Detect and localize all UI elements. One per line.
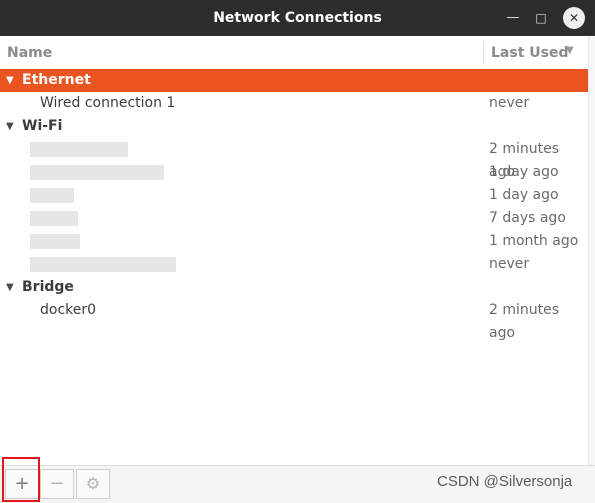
connection-last-used: never (489, 95, 530, 111)
group-ethernet[interactable]: ▼ Ethernet (0, 69, 588, 92)
vertical-scrollbar[interactable] (588, 37, 595, 502)
connection-row[interactable]: docker0 2 minutes ago (0, 299, 588, 341)
redacted-name (30, 188, 74, 203)
edit-connection-button[interactable]: ⚙ (76, 469, 110, 499)
connection-last-used: 7 days ago (489, 210, 566, 226)
connection-last-used: never (489, 256, 530, 272)
watermark: CSDN @Silversonja (437, 473, 573, 490)
connection-row[interactable]: 7 days ago (0, 207, 588, 230)
column-header: Name Last Used ▼ (0, 37, 588, 70)
redacted-name (30, 234, 80, 249)
connection-row[interactable]: never (0, 253, 588, 276)
group-label: Wi-Fi (22, 118, 63, 134)
expander-arrow-icon[interactable]: ▼ (6, 115, 14, 138)
redacted-name (30, 211, 78, 226)
last-used-column-header[interactable]: Last Used (491, 45, 569, 61)
redacted-name (30, 257, 176, 272)
remove-connection-button[interactable]: − (40, 469, 74, 499)
group-label: Ethernet (22, 72, 91, 88)
name-column-header[interactable]: Name (7, 45, 52, 61)
connection-last-used: 1 day ago (489, 187, 559, 203)
expander-arrow-icon[interactable]: ▼ (6, 276, 14, 299)
minus-icon: − (49, 473, 65, 494)
title-bar: Network Connections — □ ✕ (0, 0, 595, 36)
expander-arrow-icon[interactable]: ▼ (6, 69, 14, 92)
minimize-button[interactable]: — (502, 7, 524, 29)
connection-last-used: 1 day ago (489, 164, 559, 180)
connection-name: docker0 (40, 302, 97, 318)
maximize-button[interactable]: □ (530, 7, 552, 29)
connection-row[interactable]: 1 day ago (0, 161, 588, 184)
sort-descending-icon[interactable]: ▼ (566, 45, 574, 56)
connection-row[interactable]: 1 day ago (0, 184, 588, 207)
connection-row[interactable]: 2 minutes ago (0, 138, 588, 180)
redacted-name (30, 142, 128, 157)
gear-icon: ⚙ (85, 474, 101, 493)
group-bridge[interactable]: ▼ Bridge (0, 276, 588, 299)
close-button[interactable]: ✕ (563, 7, 585, 29)
column-separator (483, 41, 484, 65)
connection-name: Wired connection 1 (40, 95, 176, 111)
annotation-highlight-box (2, 457, 40, 502)
connection-row[interactable]: Wired connection 1 never (0, 92, 588, 115)
connection-row[interactable]: 1 month ago (0, 230, 588, 253)
connections-list: ▼ Ethernet Wired connection 1 never ▼ Wi… (0, 69, 588, 465)
redacted-name (30, 165, 164, 180)
connection-last-used: 1 month ago (489, 233, 579, 249)
connection-last-used: 2 minutes ago (489, 302, 560, 341)
group-label: Bridge (22, 279, 74, 295)
group-wifi[interactable]: ▼ Wi-Fi (0, 115, 588, 138)
